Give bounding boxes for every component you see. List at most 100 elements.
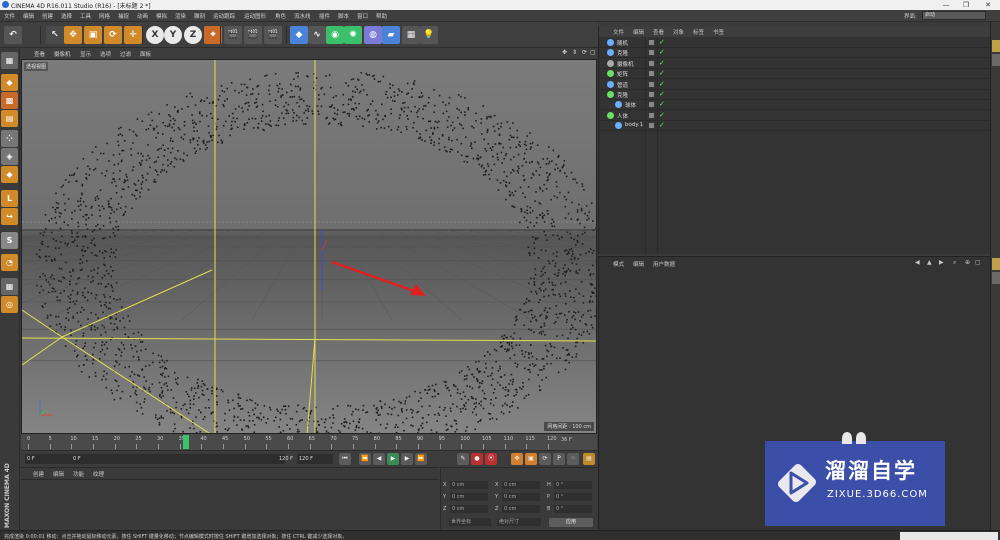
enabled-check-icon[interactable]: ✓ bbox=[659, 121, 665, 129]
object-row[interactable]: 管道 ✓ bbox=[599, 80, 991, 90]
object-row[interactable]: 球体 ✓ bbox=[599, 100, 991, 111]
camera-icon[interactable]: ▦ bbox=[402, 26, 420, 44]
object-manager-menu-item[interactable]: 编辑 bbox=[633, 28, 644, 36]
viewport-menu-item[interactable]: 摄像机 bbox=[54, 50, 71, 58]
menu-item[interactable]: 网格 bbox=[99, 12, 110, 20]
object-row[interactable]: 克隆 ✓ bbox=[599, 90, 991, 100]
attribute-menu-item[interactable]: 用户数据 bbox=[653, 260, 675, 268]
layer-flag-icon[interactable] bbox=[649, 60, 654, 66]
timeline-window-button[interactable]: ▤ bbox=[583, 453, 595, 465]
layer-flag-icon[interactable] bbox=[649, 102, 654, 108]
coord-field[interactable]: 0 cm bbox=[450, 505, 488, 513]
material-menu-item[interactable]: 编辑 bbox=[53, 470, 64, 478]
menu-item[interactable]: 流水线 bbox=[294, 12, 311, 20]
object-manager-menu-item[interactable]: 标签 bbox=[693, 28, 704, 36]
enabled-check-icon[interactable]: ✓ bbox=[659, 48, 665, 56]
minimize-button[interactable]: — bbox=[938, 0, 954, 10]
enabled-check-icon[interactable]: ✓ bbox=[659, 80, 665, 88]
spline-icon[interactable]: ∿ bbox=[308, 26, 326, 44]
lock-icon[interactable]: ⊕ bbox=[965, 259, 970, 266]
menu-item[interactable]: 运动跟踪 bbox=[213, 12, 235, 20]
menu-item[interactable]: 角色 bbox=[275, 12, 286, 20]
coord-field[interactable]: 0 cm bbox=[502, 493, 540, 501]
snap-icon[interactable]: S bbox=[1, 232, 18, 249]
deformer-icon[interactable]: ◍ bbox=[364, 26, 382, 44]
keyframe-button[interactable]: ✎ bbox=[457, 453, 469, 465]
coord-field[interactable]: 0 cm bbox=[450, 493, 488, 501]
rotate-view-icon[interactable]: ⟳ bbox=[582, 49, 587, 56]
coord-field[interactable]: 0 cm bbox=[502, 481, 540, 489]
render-picture-viewer-icon[interactable]: 🎬 bbox=[244, 26, 262, 44]
zoom-view-icon[interactable]: ⇕ bbox=[572, 49, 577, 56]
rotation-key-button[interactable]: ⟳ bbox=[539, 453, 551, 465]
current-frame-field[interactable]: 0 F bbox=[71, 454, 285, 464]
object-row[interactable]: 随机 ✓ bbox=[599, 38, 991, 48]
model-mode-icon[interactable]: ◆ bbox=[1, 74, 18, 91]
enabled-check-icon[interactable]: ✓ bbox=[659, 111, 665, 119]
make-editable-icon[interactable]: ▦ bbox=[1, 52, 18, 69]
menu-item[interactable]: 捕捉 bbox=[118, 12, 129, 20]
undo-icon[interactable]: ↶ bbox=[4, 26, 22, 44]
menu-item[interactable]: 编辑 bbox=[23, 12, 34, 20]
object-manager-menu-item[interactable]: 书签 bbox=[713, 28, 724, 36]
material-menu-item[interactable]: 创建 bbox=[33, 470, 44, 478]
attribute-menu-item[interactable]: 编辑 bbox=[633, 260, 644, 268]
up-arrow-icon[interactable]: ▲ bbox=[927, 259, 932, 266]
viewport-menu-item[interactable]: 选项 bbox=[100, 50, 111, 58]
menu-item[interactable]: 模拟 bbox=[156, 12, 167, 20]
scale-key-button[interactable]: ▣ bbox=[525, 453, 537, 465]
polygons-mode-icon[interactable]: ◆ bbox=[1, 166, 18, 183]
point-key-button[interactable]: ⁘ bbox=[567, 453, 579, 465]
edges-mode-icon[interactable]: ◈ bbox=[1, 148, 18, 165]
scale-icon[interactable]: ▣ bbox=[84, 26, 102, 44]
menu-item[interactable]: 动画 bbox=[137, 12, 148, 20]
go-to-start-button[interactable]: ⏮ bbox=[339, 453, 351, 465]
menu-item[interactable]: 选择 bbox=[61, 12, 72, 20]
menu-item[interactable]: 插件 bbox=[319, 12, 330, 20]
enabled-check-icon[interactable]: ✓ bbox=[659, 59, 665, 67]
record-button[interactable]: ● bbox=[471, 453, 483, 465]
coordinate-mode-select[interactable]: 世界坐标 bbox=[449, 518, 491, 526]
menu-item[interactable]: 创建 bbox=[42, 12, 53, 20]
maximize-button[interactable]: ❐ bbox=[958, 0, 974, 10]
menu-item[interactable]: 雕刻 bbox=[194, 12, 205, 20]
position-key-button[interactable]: ✥ bbox=[511, 453, 523, 465]
layer-flag-icon[interactable] bbox=[649, 112, 654, 118]
object-row[interactable]: body.1 ✓ bbox=[599, 121, 991, 132]
apply-button[interactable]: 应用 bbox=[549, 518, 593, 527]
recent-tool-icon[interactable]: ✛ bbox=[124, 26, 142, 44]
coord-field[interactable]: 0 cm bbox=[502, 505, 540, 513]
object-row[interactable]: 摄像机 ✓ bbox=[599, 59, 991, 69]
live-select-icon[interactable]: ↖ bbox=[46, 26, 64, 44]
edit-render-settings-icon[interactable]: 🎬 bbox=[264, 26, 282, 44]
next-key-button[interactable]: ⏩ bbox=[415, 453, 427, 465]
viewport[interactable]: 透视视图 网格间距 : 100 cm bbox=[21, 59, 597, 434]
render-view-icon[interactable]: 🎬 bbox=[224, 26, 242, 44]
soft-selection-icon[interactable]: ◔ bbox=[1, 254, 18, 271]
nurbs-icon[interactable]: ◉ bbox=[326, 26, 344, 44]
attribute-menu-item[interactable]: 模式 bbox=[613, 260, 624, 268]
axis-mode-icon[interactable]: L bbox=[1, 190, 18, 207]
layer-flag-icon[interactable] bbox=[649, 50, 654, 56]
enabled-check-icon[interactable]: ✓ bbox=[659, 90, 665, 98]
layout-select[interactable]: 启动 bbox=[922, 11, 986, 20]
enabled-check-icon[interactable]: ✓ bbox=[659, 100, 665, 108]
layer-flag-icon[interactable] bbox=[649, 40, 654, 45]
coord-field[interactable]: 0 cm bbox=[450, 481, 488, 489]
timeline-playhead[interactable] bbox=[183, 435, 189, 449]
axis-x-icon[interactable]: X bbox=[146, 26, 164, 44]
coord-field[interactable]: 0 ° bbox=[554, 493, 592, 501]
viewport-menu-item[interactable]: 显示 bbox=[80, 50, 91, 58]
end-frame-field[interactable]: 120 F bbox=[297, 454, 333, 464]
rotate-icon[interactable]: ⟳ bbox=[104, 26, 122, 44]
tab-content-browser[interactable] bbox=[992, 54, 1000, 66]
close-button[interactable]: ✕ bbox=[980, 0, 996, 10]
material-menu-item[interactable]: 功能 bbox=[73, 470, 84, 478]
coord-field[interactable]: 0 ° bbox=[554, 481, 592, 489]
object-row[interactable]: 矩阵 ✓ bbox=[599, 69, 991, 80]
prev-frame-button[interactable]: ◀ bbox=[373, 453, 385, 465]
texture-mode-icon[interactable]: ▩ bbox=[1, 92, 18, 109]
tweak-mode-icon[interactable]: ↪ bbox=[1, 208, 18, 225]
object-manager-menu-item[interactable]: 对象 bbox=[673, 28, 684, 36]
menu-item[interactable]: 渲染 bbox=[175, 12, 186, 20]
